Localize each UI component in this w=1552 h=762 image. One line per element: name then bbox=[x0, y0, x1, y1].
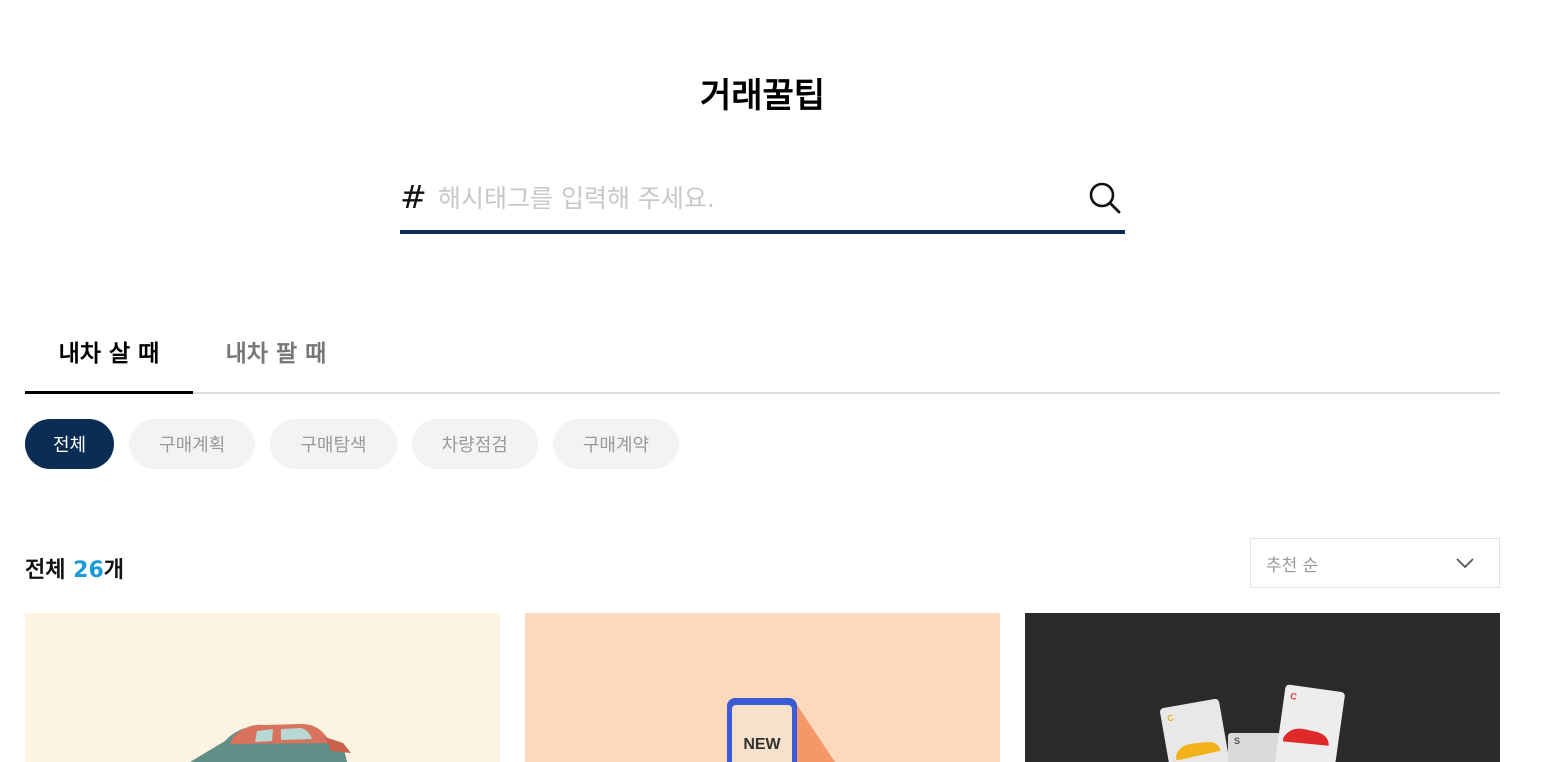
car-illustration bbox=[190, 723, 351, 762]
result-count-number: 26 bbox=[73, 558, 104, 583]
chevron-down-icon bbox=[1456, 558, 1474, 569]
tab-buy[interactable]: 내차 살 때 bbox=[25, 318, 193, 394]
tip-card-2[interactable]: NEW bbox=[525, 613, 1000, 762]
search-button[interactable] bbox=[1087, 180, 1123, 216]
hashtag-search-bar: # bbox=[400, 170, 1125, 234]
filter-chip-purchase-contract[interactable]: 구매계약 bbox=[552, 419, 680, 469]
car-cards-illustration: C S C bbox=[1160, 684, 1345, 762]
result-count: 전체 26개 bbox=[25, 552, 124, 584]
filter-chip-all[interactable]: 전체 bbox=[25, 419, 115, 469]
filter-chip-purchase-plan[interactable]: 구매계획 bbox=[129, 419, 256, 469]
hashtag-search-input[interactable] bbox=[438, 176, 1078, 220]
hash-symbol: # bbox=[400, 178, 427, 216]
tip-card-1[interactable] bbox=[25, 613, 500, 762]
new-phone-illustration: NEW bbox=[727, 698, 835, 762]
filter-chip-purchase-search[interactable]: 구매탐색 bbox=[270, 419, 397, 469]
sort-selected-label: 추천 순 bbox=[1266, 556, 1319, 576]
category-filters: 전체 구매계획 구매탐색 차량점검 구매계약 bbox=[25, 419, 680, 469]
new-badge-text: NEW bbox=[743, 736, 781, 753]
search-icon bbox=[1089, 182, 1121, 214]
tab-sell[interactable]: 내차 팔 때 bbox=[193, 318, 359, 394]
tip-card-3[interactable]: C S C bbox=[1025, 613, 1500, 762]
tab-bar: 내차 살 때 내차 팔 때 bbox=[25, 318, 1500, 394]
result-count-suffix: 개 bbox=[103, 558, 125, 583]
sort-dropdown[interactable]: 추천 순 bbox=[1250, 538, 1500, 588]
card-letter-middle: S bbox=[1234, 736, 1240, 746]
page-title: 거래꿀팁 bbox=[699, 76, 826, 116]
filter-chip-vehicle-inspection[interactable]: 차량점검 bbox=[411, 419, 538, 469]
result-count-prefix: 전체 bbox=[25, 558, 74, 583]
